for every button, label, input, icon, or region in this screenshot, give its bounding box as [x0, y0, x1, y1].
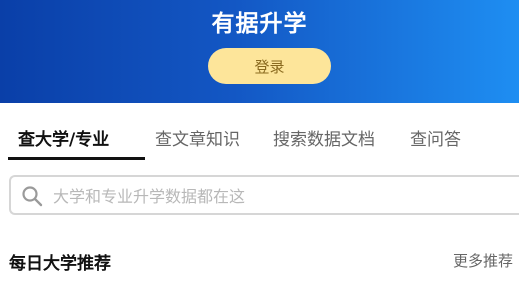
app-title: 有据升学	[211, 11, 308, 37]
search-bar[interactable]	[9, 175, 519, 215]
tab-data-documents[interactable]: 搜索数据文档	[273, 125, 375, 150]
tab-bar: 查大学/专业 查文章知识 搜索数据文档 查问答	[0, 103, 519, 161]
app-header: 有据升学 登录	[0, 0, 519, 103]
login-button[interactable]: 登录	[208, 48, 331, 84]
search-icon	[22, 186, 43, 207]
tab-articles[interactable]: 查文章知识	[155, 125, 240, 150]
search-input[interactable]	[53, 183, 513, 209]
active-tab-indicator	[8, 157, 145, 160]
more-recommendations-link[interactable]: 更多推荐	[453, 250, 513, 271]
tab-university-major[interactable]: 查大学/专业	[18, 125, 109, 150]
daily-university-recommendation-title: 每日大学推荐	[9, 254, 111, 274]
tab-qa[interactable]: 查问答	[410, 125, 461, 150]
